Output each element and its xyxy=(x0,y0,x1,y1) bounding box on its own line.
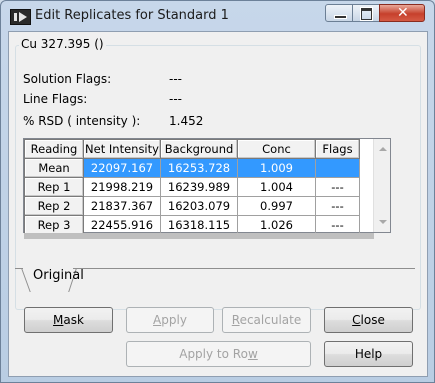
grid-bottom-strip xyxy=(24,233,374,239)
window-title: Edit Replicates for Standard 1 xyxy=(35,8,229,23)
vertical-scrollbar[interactable] xyxy=(373,139,390,232)
apply-to-row-button[interactable]: Apply to Row xyxy=(126,341,311,367)
close-icon: ✕ xyxy=(397,5,409,21)
close-label-post: lose xyxy=(360,313,385,327)
table-row-rep-1[interactable]: Rep 1 21998.219 16239.989 1.004 --- xyxy=(24,177,360,197)
mask-label-mnemonic: M xyxy=(53,313,64,327)
cell-flags[interactable]: --- xyxy=(315,177,360,197)
cell-flags[interactable]: --- xyxy=(315,196,360,216)
col-header-conc[interactable]: Conc xyxy=(237,139,316,159)
cell-background[interactable]: 16318.115 xyxy=(160,215,238,235)
recalculate-label-mnemonic: R xyxy=(231,313,240,327)
row-header[interactable]: Rep 1 xyxy=(24,177,84,197)
apply-label-post: pply xyxy=(161,313,187,327)
close-button[interactable]: Close xyxy=(324,307,413,333)
col-header-net-intensity[interactable]: Net Intensity xyxy=(83,139,161,159)
cell-net-intensity[interactable]: 22097.167 xyxy=(83,158,161,178)
col-header-reading[interactable]: Reading xyxy=(24,139,84,159)
line-flags-label: Line Flags: xyxy=(23,92,88,106)
replicates-grid[interactable]: Reading Net Intensity Background Conc Fl… xyxy=(23,138,391,239)
cell-flags[interactable]: --- xyxy=(315,215,360,235)
cell-conc[interactable]: 1.004 xyxy=(237,177,316,197)
col-header-background[interactable]: Background xyxy=(160,139,238,159)
cell-flags[interactable] xyxy=(315,158,360,178)
replicates-table: Reading Net Intensity Background Conc Fl… xyxy=(24,139,360,235)
table-row-rep-2[interactable]: Rep 2 21837.367 16203.079 0.997 --- xyxy=(24,196,360,216)
rsd-label: % RSD ( intensity ): xyxy=(23,114,141,128)
cell-conc[interactable]: 0.997 xyxy=(237,196,316,216)
cell-background[interactable]: 16239.989 xyxy=(160,177,238,197)
mask-label-post: ask xyxy=(63,313,84,327)
minimize-button[interactable] xyxy=(325,4,353,22)
recalculate-button[interactable]: Recalculate xyxy=(222,307,311,333)
col-header-flags[interactable]: Flags xyxy=(315,139,360,159)
cell-background[interactable]: 16253.728 xyxy=(160,158,238,178)
minimize-icon xyxy=(334,15,347,19)
line-flags-value: --- xyxy=(169,92,182,106)
maximize-icon xyxy=(360,7,373,21)
dialog-client-area: Cu 327.395 () Solution Flags: --- Line F… xyxy=(8,31,428,377)
apply-to-row-label-pre: Apply to Ro xyxy=(179,347,248,361)
tab-original[interactable]: Original xyxy=(27,265,90,285)
cell-net-intensity[interactable]: 21837.367 xyxy=(83,196,161,216)
table-header-row: Reading Net Intensity Background Conc Fl… xyxy=(24,139,360,159)
solution-flags-label: Solution Flags: xyxy=(23,72,112,86)
scroll-up-icon[interactable] xyxy=(379,147,387,151)
title-bar[interactable]: Edit Replicates for Standard 1 ✕ xyxy=(1,1,434,31)
mask-button[interactable]: Mask xyxy=(24,307,113,333)
solution-flags-value: --- xyxy=(169,72,182,86)
apply-to-row-label-mnemonic: w xyxy=(247,347,258,361)
tab-strip-line-right xyxy=(73,268,415,269)
dialog-window: Edit Replicates for Standard 1 ✕ Cu 327.… xyxy=(0,0,435,383)
cell-conc[interactable]: 1.009 xyxy=(237,158,316,178)
row-header[interactable]: Rep 3 xyxy=(24,215,84,235)
help-button[interactable]: Help xyxy=(324,341,413,367)
close-window-button[interactable]: ✕ xyxy=(379,4,425,22)
apply-button[interactable]: Apply xyxy=(126,307,214,333)
recalculate-label-post: ecalculate xyxy=(239,313,302,327)
app-icon xyxy=(10,9,31,25)
rsd-value: 1.452 xyxy=(169,114,204,128)
cell-net-intensity[interactable]: 21998.219 xyxy=(83,177,161,197)
cell-background[interactable]: 16203.079 xyxy=(160,196,238,216)
maximize-button[interactable] xyxy=(352,4,380,22)
row-header[interactable]: Mean xyxy=(24,158,84,178)
close-label-mnemonic: C xyxy=(352,313,361,327)
table-row-mean[interactable]: Mean 22097.167 16253.728 1.009 xyxy=(24,158,360,178)
cell-net-intensity[interactable]: 22455.916 xyxy=(83,215,161,235)
cell-conc[interactable]: 1.026 xyxy=(237,215,316,235)
table-row-rep-3[interactable]: Rep 3 22455.916 16318.115 1.026 --- xyxy=(24,215,360,235)
group-label: Cu 327.395 () xyxy=(19,37,106,51)
row-header[interactable]: Rep 2 xyxy=(24,196,84,216)
scroll-down-icon[interactable] xyxy=(379,220,387,224)
